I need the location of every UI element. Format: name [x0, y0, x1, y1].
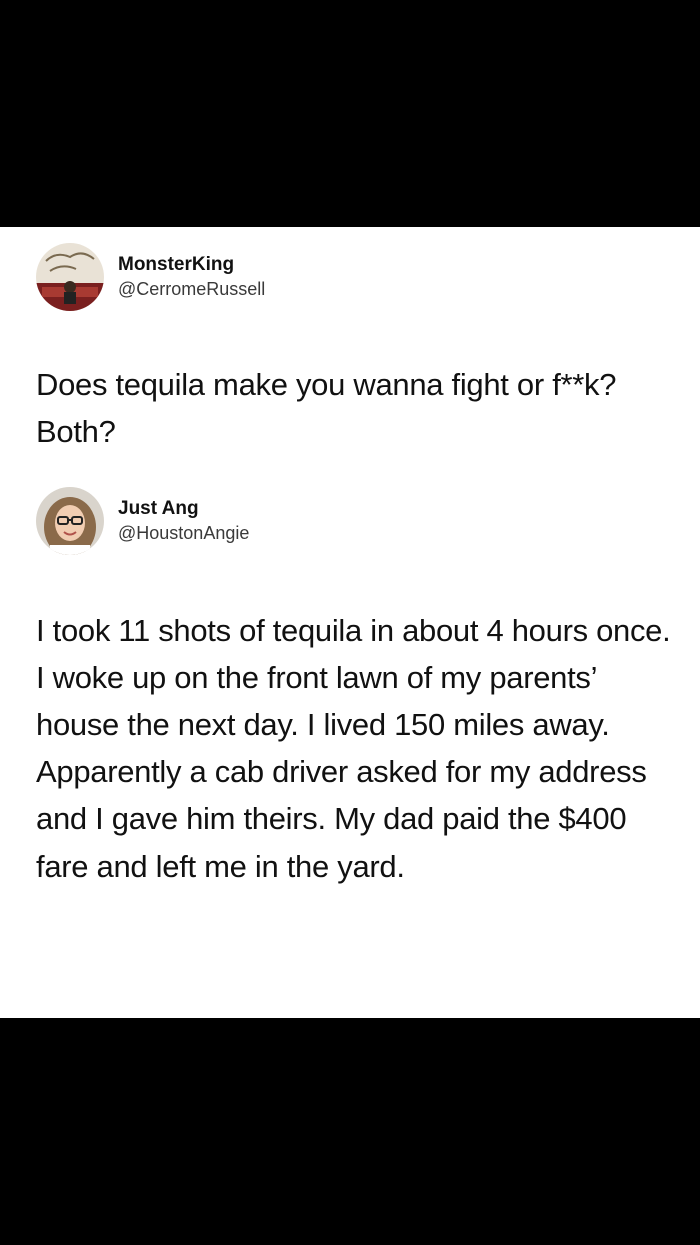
bottom-black-band [0, 1018, 700, 1245]
monster-king-avatar[interactable] [36, 243, 104, 311]
tweet-header-just-ang[interactable]: Just Ang @HoustonAngie [36, 487, 249, 555]
just-ang-avatar[interactable] [36, 487, 104, 555]
display-name[interactable]: Just Ang [118, 498, 249, 521]
tweet-card: MonsterKing @CerromeRussell Does tequila… [0, 227, 700, 1018]
user-handle[interactable]: @CerromeRussell [118, 279, 265, 301]
tweet-text: I took 11 shots of tequila in about 4 ho… [36, 613, 671, 884]
display-name[interactable]: MonsterKing [118, 254, 265, 277]
tweet-header-monsterking[interactable]: MonsterKing @CerromeRussell [36, 243, 265, 311]
user-handle[interactable]: @HoustonAngie [118, 523, 249, 545]
tweet-text: Does tequila make you wanna fight or f**… [36, 367, 617, 450]
top-black-band [0, 0, 700, 227]
